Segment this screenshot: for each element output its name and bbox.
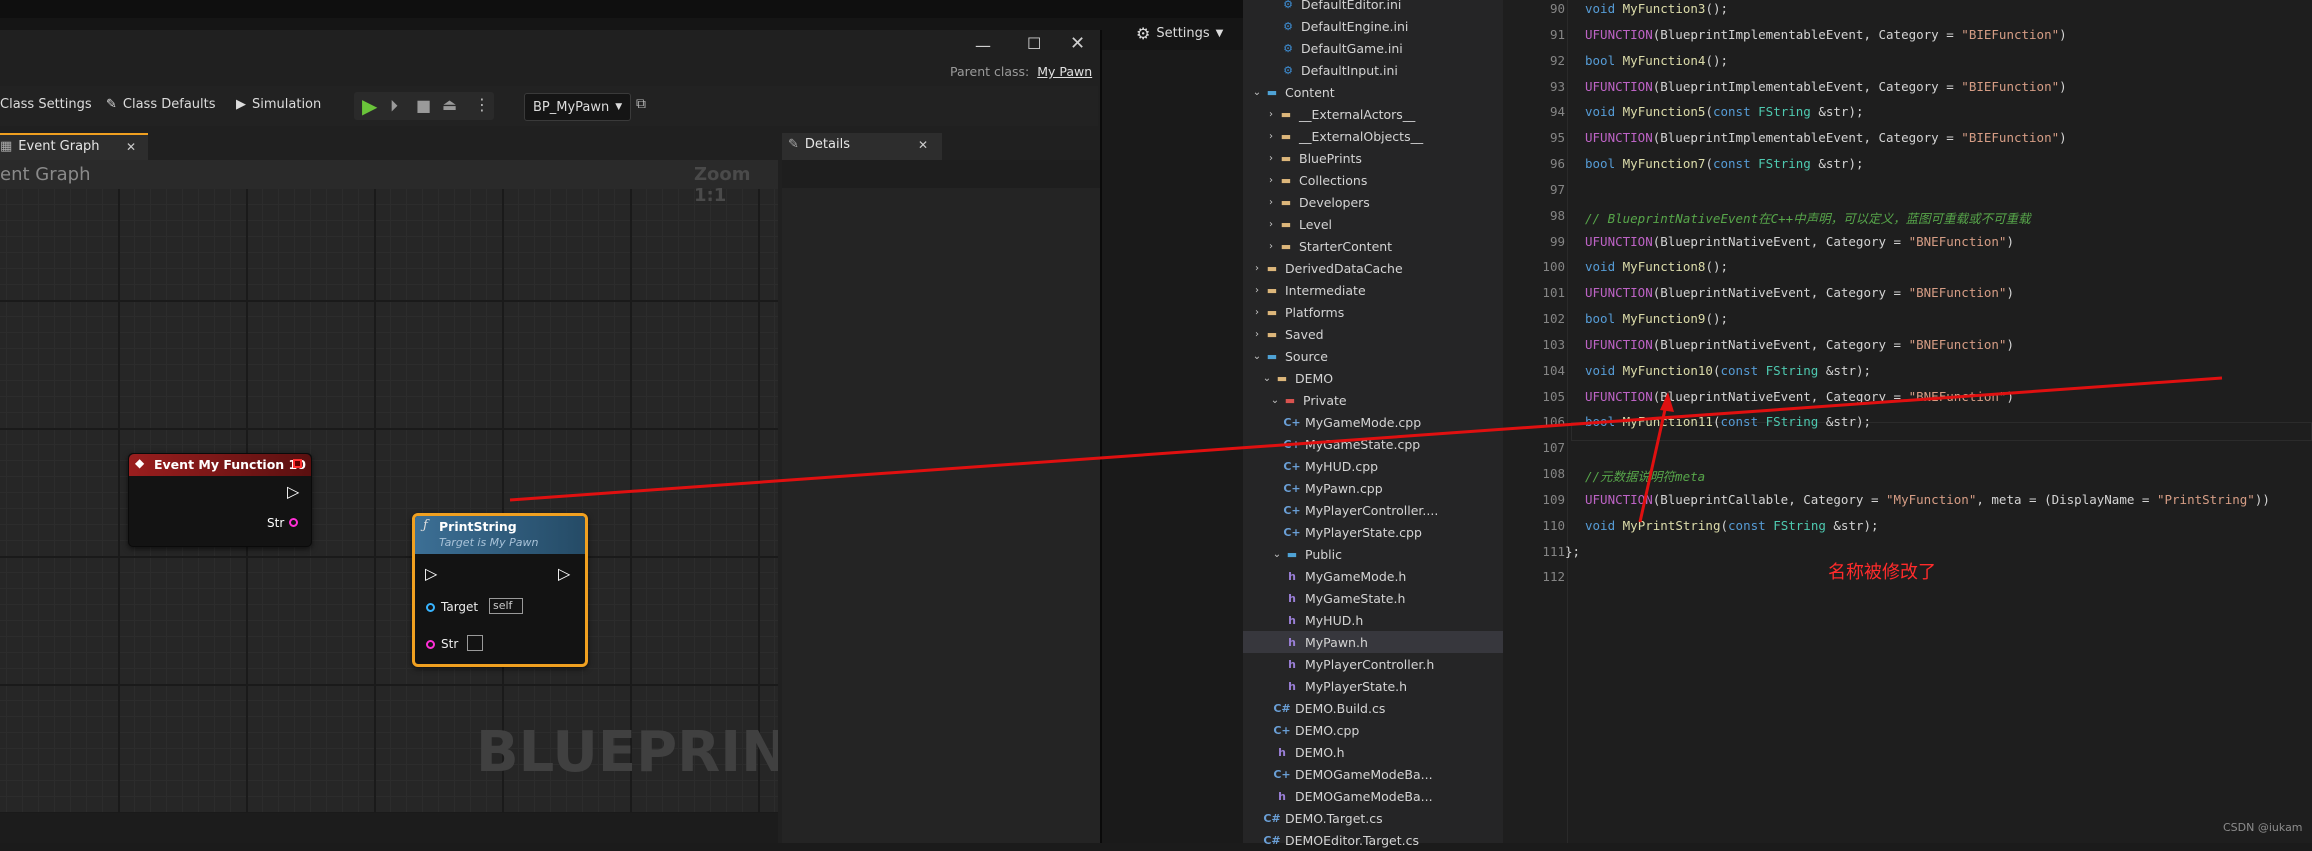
annotation-arrow-line: [1638, 395, 1670, 523]
annotation-arrow-head: [1660, 392, 1674, 412]
annotation-overlay: [509, 376, 2223, 523]
annotation-arrow-line: [509, 376, 2223, 502]
